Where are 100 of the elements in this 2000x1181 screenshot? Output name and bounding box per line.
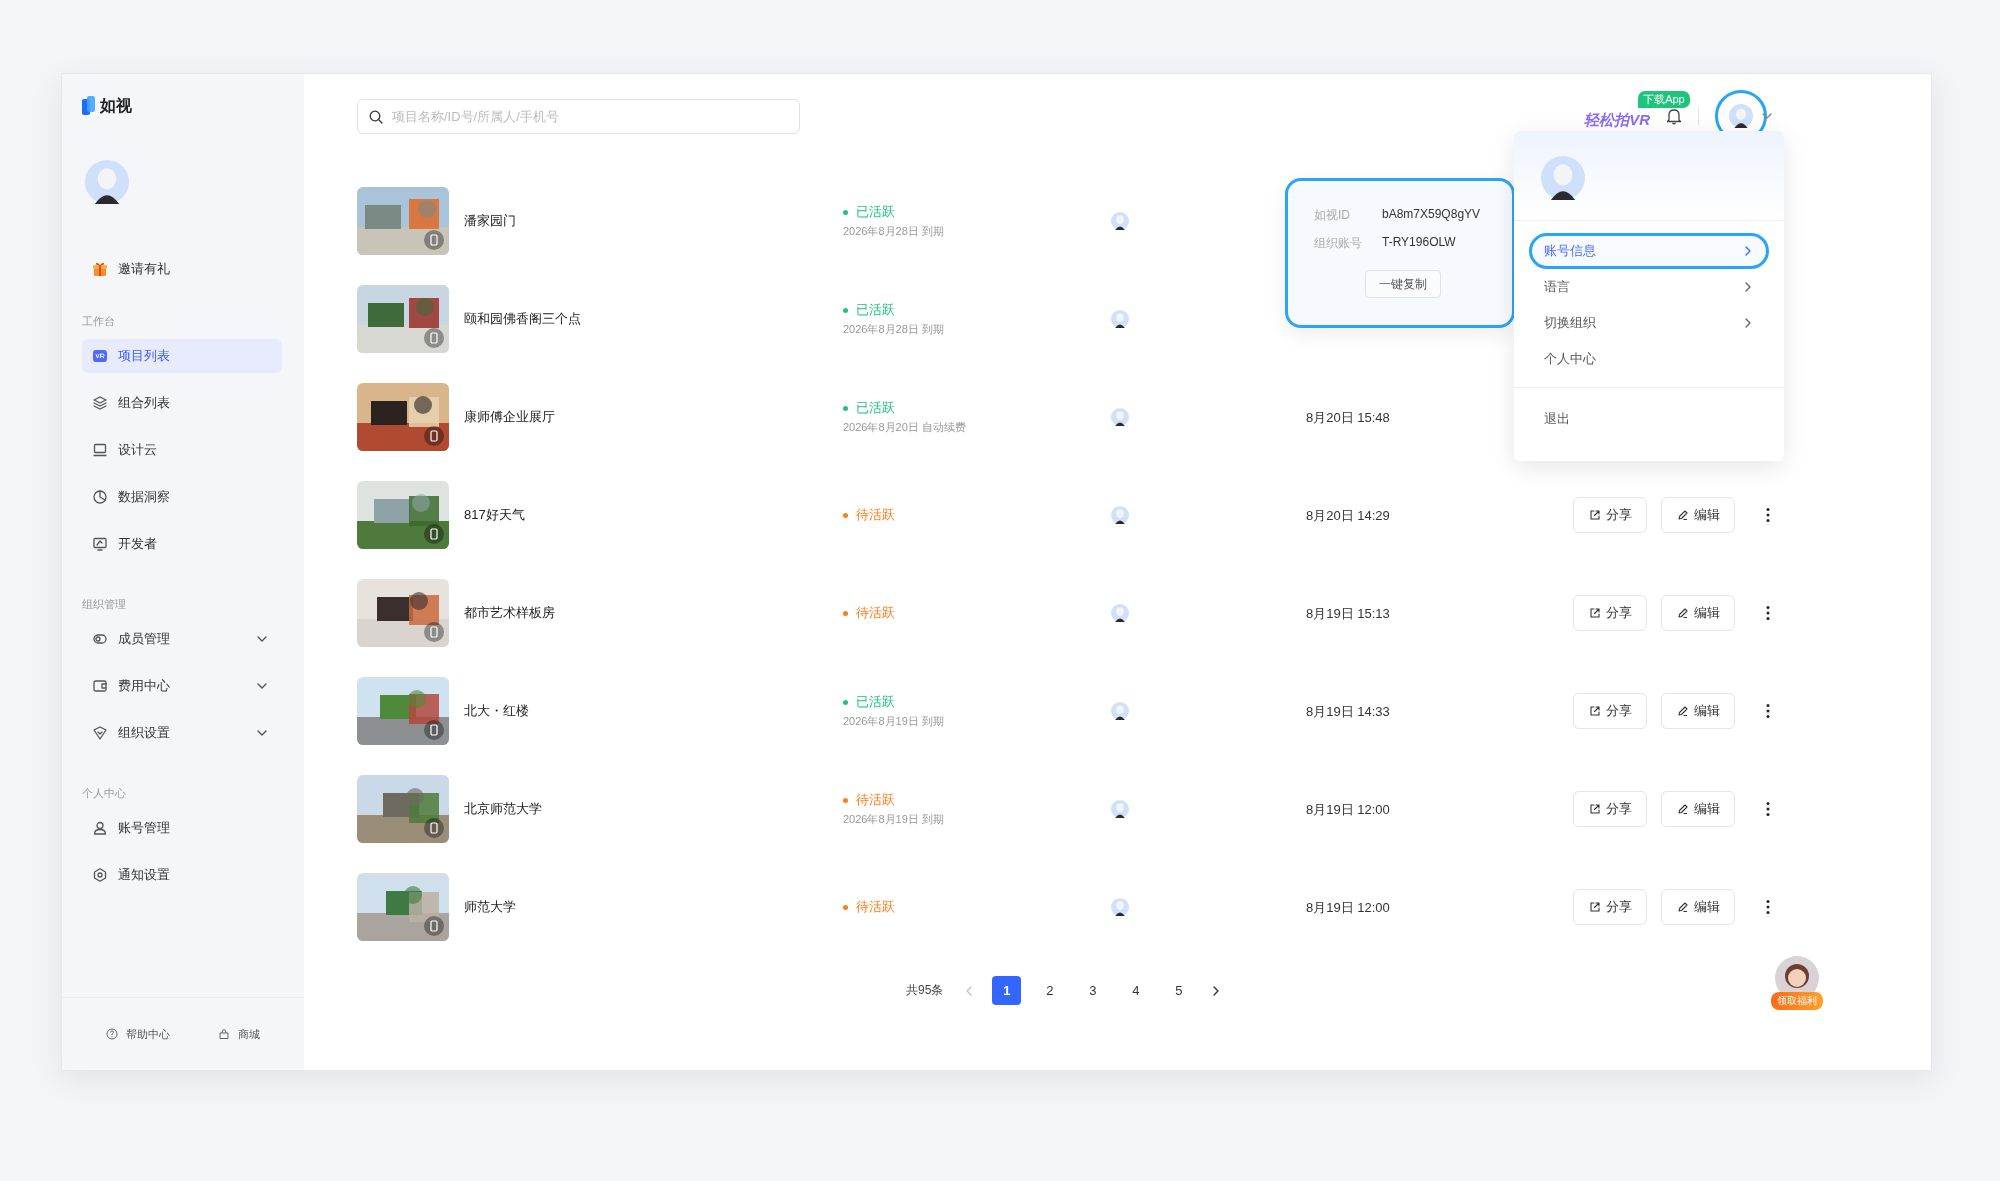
status-label: 待活跃 <box>856 791 895 809</box>
phone-icon <box>424 818 444 838</box>
edit-button[interactable]: 编辑 <box>1661 791 1735 827</box>
copy-button[interactable]: 一键复制 <box>1365 270 1441 298</box>
share-icon <box>1588 509 1601 521</box>
phone-icon <box>424 622 444 642</box>
search-icon <box>369 109 383 124</box>
invite-item[interactable]: 邀请有礼 <box>82 252 282 286</box>
logout-item[interactable]: 退出 <box>1544 411 1570 426</box>
phone-icon <box>424 916 444 936</box>
pencil-icon <box>1676 803 1689 815</box>
share-icon <box>1588 803 1601 815</box>
nav-item[interactable]: 开发者 <box>82 527 282 561</box>
hexagon-icon <box>92 867 108 883</box>
user-avatar <box>1541 156 1585 200</box>
total-count: 共95条 <box>906 982 944 999</box>
more-icon[interactable] <box>1765 507 1771 523</box>
updated-time: 8月20日 15:48 <box>1306 409 1390 425</box>
nav-item[interactable]: 设计云 <box>82 433 282 467</box>
nav-item[interactable]: 成员管理 <box>82 622 282 656</box>
owner-avatar <box>1111 702 1129 720</box>
field-value: T-RY196OLW <box>1382 235 1457 251</box>
phone-icon <box>424 230 444 250</box>
status-label: 已活跃 <box>856 399 895 417</box>
status-label: 已活跃 <box>856 301 895 319</box>
nav-item[interactable]: 组合列表 <box>82 386 282 420</box>
more-icon[interactable] <box>1765 703 1771 719</box>
nav-item[interactable]: 账号管理 <box>82 811 282 845</box>
promo-link[interactable]: 轻松拍VR <box>1584 110 1650 128</box>
phone-icon <box>424 524 444 544</box>
bag-icon <box>218 1028 230 1040</box>
project-name[interactable]: 817好天气 <box>449 506 843 524</box>
share-button[interactable]: 分享 <box>1573 791 1647 827</box>
more-icon[interactable] <box>1765 605 1771 621</box>
wallet-icon <box>92 678 108 694</box>
logo-text: 如视 <box>100 95 132 116</box>
phone-icon <box>424 328 444 348</box>
menu-item[interactable]: 语言 <box>1529 269 1769 305</box>
page-button[interactable]: 1 <box>992 976 1022 1005</box>
owner-avatar <box>1111 506 1129 524</box>
expiry-date: 2026年8月19日 到期 <box>843 714 945 729</box>
project-name[interactable]: 潘家园门 <box>449 212 843 230</box>
page-button[interactable]: 5 <box>1164 976 1194 1005</box>
pencil-icon <box>1676 901 1689 913</box>
project-name[interactable]: 北大・红楼 <box>449 702 843 720</box>
phone-icon <box>424 720 444 740</box>
project-name[interactable]: 都市艺术样板房 <box>449 604 843 622</box>
menu-item[interactable]: 个人中心 <box>1529 341 1769 377</box>
pencil-icon <box>1676 509 1689 521</box>
project-name[interactable]: 师范大学 <box>449 898 843 916</box>
share-icon <box>1588 705 1601 717</box>
edit-button[interactable]: 编辑 <box>1661 889 1735 925</box>
footer-link[interactable]: 商城 <box>218 1026 260 1042</box>
project-name[interactable]: 颐和园佛香阁三个点 <box>449 310 843 328</box>
menu-item[interactable]: 切换组织 <box>1529 305 1769 341</box>
bell-icon[interactable] <box>1666 107 1682 125</box>
nav-item[interactable]: 数据洞察 <box>82 480 282 514</box>
nav-item[interactable]: 组织设置 <box>82 716 282 750</box>
search-field[interactable]: 项目名称/ID号/所属人/手机号 <box>357 98 800 134</box>
expiry-date: 2026年8月19日 到期 <box>843 812 945 827</box>
more-icon[interactable] <box>1765 801 1771 817</box>
logo-icon <box>82 96 96 116</box>
help-icon <box>106 1028 118 1040</box>
field-label: 组织账号 <box>1314 235 1363 252</box>
user-icon <box>92 820 108 836</box>
edit-button[interactable]: 编辑 <box>1661 693 1735 729</box>
share-icon <box>1588 607 1601 619</box>
expiry-date: 2026年8月28日 到期 <box>843 322 945 337</box>
vr-badge-icon <box>92 348 108 364</box>
status-label: 待活跃 <box>856 506 895 524</box>
edit-button[interactable]: 编辑 <box>1661 497 1735 533</box>
nav-item[interactable]: 费用中心 <box>82 669 282 703</box>
status-label: 已活跃 <box>856 693 895 711</box>
monitor-icon <box>92 442 108 458</box>
project-name[interactable]: 北京师范大学 <box>449 800 843 818</box>
more-icon[interactable] <box>1765 899 1771 915</box>
share-button[interactable]: 分享 <box>1573 693 1647 729</box>
page-button[interactable]: 2 <box>1035 976 1065 1005</box>
edit-button[interactable]: 编辑 <box>1661 595 1735 631</box>
page-button[interactable]: 4 <box>1121 976 1151 1005</box>
owner-avatar <box>1111 408 1129 426</box>
field-label: 如视ID <box>1314 207 1351 224</box>
page-button[interactable]: 3 <box>1078 976 1108 1005</box>
owner-avatar <box>1111 898 1129 916</box>
updated-time: 8月19日 15:13 <box>1306 605 1390 621</box>
nav-item[interactable]: 项目列表 <box>82 339 282 373</box>
project-name[interactable]: 康师傅企业展厅 <box>449 408 843 426</box>
nav-item[interactable]: 通知设置 <box>82 858 282 892</box>
pencil-icon <box>1676 705 1689 717</box>
user-avatar <box>1729 104 1753 128</box>
section-title: 工作台 <box>82 314 116 329</box>
pie-chart-icon <box>92 489 108 505</box>
screen-chart-icon <box>92 536 108 552</box>
share-button[interactable]: 分享 <box>1573 889 1647 925</box>
share-button[interactable]: 分享 <box>1573 595 1647 631</box>
share-button[interactable]: 分享 <box>1573 497 1647 533</box>
footer-link[interactable]: 帮助中心 <box>106 1026 170 1042</box>
updated-time: 8月19日 12:00 <box>1306 801 1390 817</box>
gift-icon <box>92 261 108 277</box>
menu-item[interactable]: 账号信息 <box>1529 233 1769 269</box>
